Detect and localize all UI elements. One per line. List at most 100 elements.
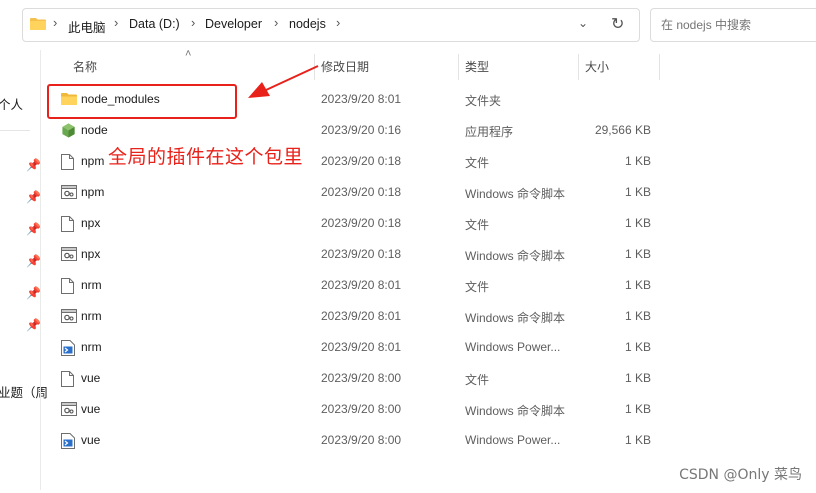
file-name: nrm (81, 340, 102, 354)
file-date: 2023/9/20 8:01 (321, 278, 402, 292)
file-type: Windows Power... (465, 433, 561, 447)
file-size: 1 KB (624, 340, 651, 354)
annotation-text: 全局的插件在这个包里 (108, 146, 304, 168)
file-size: 29,566 KB (594, 123, 651, 137)
file-date: 2023/9/20 0:16 (321, 123, 402, 137)
file-row[interactable]: npx 2023/9/20 0:18 Windows 命令脚本 1 KB (50, 239, 660, 270)
powershell-icon (61, 340, 75, 356)
highlight-box (47, 84, 237, 119)
file-size: 1 KB (624, 185, 651, 199)
column-divider[interactable] (578, 54, 579, 80)
file-row[interactable]: vue 2023/9/20 8:00 Windows 命令脚本 1 KB (50, 394, 660, 425)
file-date: 2023/9/20 8:00 (321, 433, 402, 447)
node-app-icon (61, 123, 75, 139)
file-date: 2023/9/20 0:18 (321, 247, 402, 261)
file-icon (61, 216, 75, 232)
pin-icon[interactable]: 📌 (26, 158, 41, 172)
file-row[interactable]: npx 2023/9/20 0:18 文件 1 KB (50, 208, 660, 239)
file-name: npx (81, 216, 101, 230)
file-type: 应用程序 (465, 125, 514, 139)
file-type: Windows Power... (465, 340, 561, 354)
column-header-size[interactable]: 大小 (585, 58, 609, 76)
script-icon (61, 247, 77, 263)
watermark: CSDN @Only 菜鸟 (679, 467, 802, 483)
file-size: 1 KB (624, 154, 651, 168)
file-name: npx (81, 247, 101, 261)
file-row[interactable]: npm 2023/9/20 0:18 Windows 命令脚本 1 KB (50, 177, 660, 208)
pin-icon[interactable]: 📌 (26, 222, 41, 236)
annotation-arrow-icon (248, 65, 319, 98)
pin-icon[interactable]: 📌 (26, 190, 41, 204)
address-bar[interactable]: › 此电脑 › Data (D:) › Developer › nodejs ›… (22, 8, 640, 42)
file-icon (61, 371, 75, 387)
file-icon (61, 154, 75, 170)
file-row[interactable]: nrm 2023/9/20 8:01 Windows 命令脚本 1 KB (50, 301, 660, 332)
column-divider[interactable] (458, 54, 459, 80)
chevron-down-icon[interactable]: ⌄ (578, 16, 588, 30)
breadcrumb-separator: › (336, 15, 341, 30)
file-row[interactable]: nrm 2023/9/20 8:01 Windows Power... 1 KB (50, 332, 660, 363)
file-name: npm (81, 185, 105, 199)
file-size: 1 KB (624, 433, 651, 447)
column-divider[interactable] (659, 54, 660, 80)
file-type: 文件 (465, 280, 490, 294)
file-type: Windows 命令脚本 (465, 249, 566, 263)
file-size: 1 KB (624, 216, 651, 230)
pane-divider (40, 50, 41, 490)
file-type: 文件夹 (465, 94, 502, 108)
file-name: vue (81, 402, 101, 416)
pin-icon[interactable]: 📌 (26, 318, 41, 332)
file-name: vue (81, 371, 101, 385)
breadcrumb-separator: › (53, 15, 58, 30)
folder-icon (30, 18, 46, 30)
search-input[interactable] (659, 17, 813, 33)
file-type: Windows 命令脚本 (465, 404, 566, 418)
file-type: 文件 (465, 218, 490, 232)
breadcrumb-data-drive[interactable]: Data (D:) (129, 17, 180, 31)
file-name: vue (81, 433, 101, 447)
breadcrumb-developer[interactable]: Developer (205, 17, 262, 31)
refresh-icon[interactable]: ↻ (611, 14, 624, 34)
powershell-icon (61, 433, 75, 449)
file-type: 文件 (465, 373, 490, 387)
file-date: 2023/9/20 0:18 (321, 185, 402, 199)
file-size: 1 KB (624, 402, 651, 416)
script-icon (61, 185, 77, 201)
file-date: 2023/9/20 8:01 (321, 340, 402, 354)
file-date: 2023/9/20 8:01 (321, 92, 402, 106)
nav-item-personal[interactable]: 个人 (0, 94, 23, 113)
search-box[interactable] (650, 8, 816, 42)
breadcrumb-separator: › (274, 15, 279, 30)
file-row[interactable]: vue 2023/9/20 8:00 文件 1 KB (50, 363, 660, 394)
pin-icon[interactable]: 📌 (26, 286, 41, 300)
breadcrumb-separator: › (114, 15, 119, 30)
pin-icon[interactable]: 📌 (26, 254, 41, 268)
column-header-type[interactable]: 类型 (465, 58, 489, 76)
file-name: node (81, 123, 108, 137)
file-date: 2023/9/20 0:18 (321, 216, 402, 230)
sort-ascending-icon[interactable]: ˄ (185, 48, 191, 60)
file-row[interactable]: vue 2023/9/20 8:00 Windows Power... 1 KB (50, 425, 660, 456)
file-type: Windows 命令脚本 (465, 187, 566, 201)
file-date: 2023/9/20 8:01 (321, 309, 402, 323)
file-date: 2023/9/20 0:18 (321, 154, 402, 168)
file-icon (61, 278, 75, 294)
file-type: Windows 命令脚本 (465, 311, 566, 325)
script-icon (61, 309, 77, 325)
file-type: 文件 (465, 156, 490, 170)
file-size: 1 KB (624, 309, 651, 323)
column-header-name[interactable]: 名称 (73, 58, 97, 76)
file-date: 2023/9/20 8:00 (321, 402, 402, 416)
column-header-date[interactable]: 修改日期 (321, 58, 369, 76)
breadcrumb-nodejs[interactable]: nodejs (289, 17, 326, 31)
file-name: npm (81, 154, 105, 168)
file-size: 1 KB (624, 278, 651, 292)
file-name: nrm (81, 278, 102, 292)
script-icon (61, 402, 77, 418)
file-date: 2023/9/20 8:00 (321, 371, 402, 385)
file-size: 1 KB (624, 371, 651, 385)
breadcrumb-separator: › (191, 15, 196, 30)
file-row[interactable]: nrm 2023/9/20 8:01 文件 1 KB (50, 270, 660, 301)
file-name: nrm (81, 309, 102, 323)
breadcrumb-this-pc[interactable]: 此电脑 (68, 17, 106, 36)
